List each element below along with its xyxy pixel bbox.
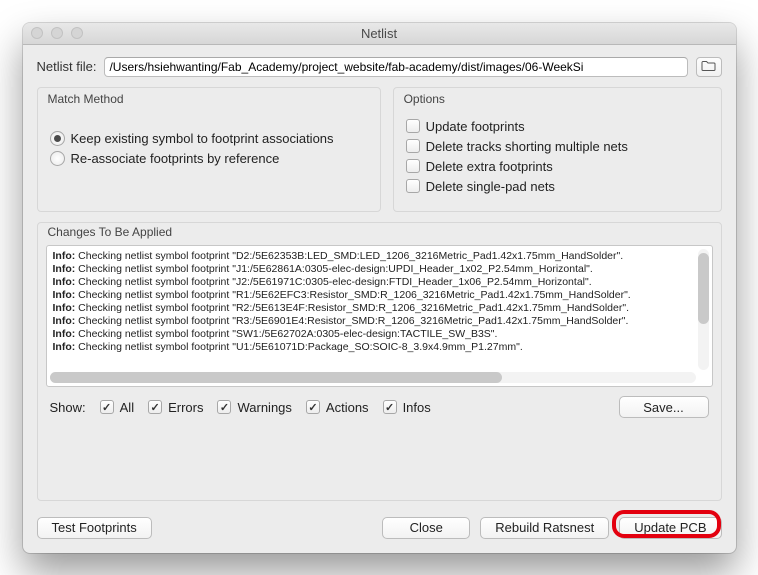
checkbox-checked-icon (306, 400, 320, 414)
checkbox-icon (406, 159, 420, 173)
show-infos-label: Infos (403, 400, 431, 415)
test-footprints-button[interactable]: Test Footprints (37, 517, 152, 539)
checkbox-checked-icon (100, 400, 114, 414)
log-line: Info: Checking netlist symbol footprint … (53, 276, 706, 289)
log-line: Info: Checking netlist symbol footprint … (53, 289, 706, 302)
options-group: Options Update footprints Delete tracks … (393, 87, 722, 212)
scrollbar-thumb[interactable] (698, 253, 709, 323)
checkbox-icon (406, 119, 420, 133)
keep-associations-radio[interactable]: Keep existing symbol to footprint associ… (50, 131, 368, 146)
dialog-content: Netlist file: Match Method Keep existing… (23, 45, 736, 553)
delete-extra-label: Delete extra footprints (426, 159, 553, 174)
radio-checked-icon (50, 131, 65, 146)
rebuild-ratsnest-button[interactable]: Rebuild Ratsnest (480, 517, 609, 539)
log-line: Info: Checking netlist symbol footprint … (53, 315, 706, 328)
show-infos-check[interactable]: Infos (383, 400, 431, 415)
window-title: Netlist (23, 26, 736, 41)
browse-folder-button[interactable] (696, 57, 722, 77)
match-method-title: Match Method (48, 92, 124, 106)
folder-icon (701, 59, 716, 74)
show-actions-label: Actions (326, 400, 369, 415)
show-all-label: All (120, 400, 134, 415)
show-filter-row: Show: All Errors Warnings Actions Infos … (46, 387, 713, 422)
log-lines: Info: Checking netlist symbol footprint … (47, 246, 712, 375)
button-row: Test Footprints Close Rebuild Ratsnest U… (37, 511, 722, 539)
delete-tracks-check[interactable]: Delete tracks shorting multiple nets (406, 139, 709, 154)
update-footprints-label: Update footprints (426, 119, 525, 134)
log-line: Info: Checking netlist symbol footprint … (53, 302, 706, 315)
dialog-window: Netlist Netlist file: Match Method Keep … (23, 23, 736, 553)
traffic-lights (23, 27, 83, 39)
checkbox-icon (406, 179, 420, 193)
show-warnings-check[interactable]: Warnings (217, 400, 291, 415)
show-warnings-label: Warnings (237, 400, 291, 415)
close-window-icon[interactable] (31, 27, 43, 39)
save-button[interactable]: Save... (619, 396, 709, 418)
options-title: Options (404, 92, 445, 106)
update-footprints-check[interactable]: Update footprints (406, 119, 709, 134)
scrollbar-thumb[interactable] (50, 372, 502, 383)
delete-single-label: Delete single-pad nets (426, 179, 555, 194)
log-line: Info: Checking netlist symbol footprint … (53, 250, 706, 263)
update-pcb-button[interactable]: Update PCB (619, 517, 721, 539)
titlebar: Netlist (23, 23, 736, 45)
log-output[interactable]: Info: Checking netlist symbol footprint … (46, 245, 713, 387)
delete-single-check[interactable]: Delete single-pad nets (406, 179, 709, 194)
checkbox-checked-icon (148, 400, 162, 414)
show-errors-check[interactable]: Errors (148, 400, 203, 415)
match-method-group: Match Method Keep existing symbol to foo… (37, 87, 381, 212)
checkbox-checked-icon (383, 400, 397, 414)
delete-tracks-label: Delete tracks shorting multiple nets (426, 139, 628, 154)
show-all-check[interactable]: All (100, 400, 134, 415)
minimize-window-icon[interactable] (51, 27, 63, 39)
checkbox-icon (406, 139, 420, 153)
log-line: Info: Checking netlist symbol footprint … (53, 328, 706, 341)
horizontal-scrollbar[interactable] (50, 372, 696, 383)
changes-group: Changes To Be Applied Info: Checking net… (37, 222, 722, 501)
show-label: Show: (50, 400, 86, 415)
radio-unchecked-icon (50, 151, 65, 166)
show-errors-label: Errors (168, 400, 203, 415)
netlist-file-row: Netlist file: (37, 57, 722, 77)
show-actions-check[interactable]: Actions (306, 400, 369, 415)
close-button[interactable]: Close (382, 517, 470, 539)
netlist-file-label: Netlist file: (37, 59, 97, 74)
zoom-window-icon[interactable] (71, 27, 83, 39)
log-line: Info: Checking netlist symbol footprint … (53, 263, 706, 276)
log-line: Info: Checking netlist symbol footprint … (53, 341, 706, 354)
keep-associations-label: Keep existing symbol to footprint associ… (71, 131, 334, 146)
delete-extra-check[interactable]: Delete extra footprints (406, 159, 709, 174)
checkbox-checked-icon (217, 400, 231, 414)
netlist-file-input[interactable] (104, 57, 687, 77)
changes-title: Changes To Be Applied (48, 225, 173, 239)
vertical-scrollbar[interactable] (698, 249, 709, 370)
settings-row: Match Method Keep existing symbol to foo… (37, 87, 722, 212)
reassociate-label: Re-associate footprints by reference (71, 151, 280, 166)
reassociate-radio[interactable]: Re-associate footprints by reference (50, 151, 368, 166)
